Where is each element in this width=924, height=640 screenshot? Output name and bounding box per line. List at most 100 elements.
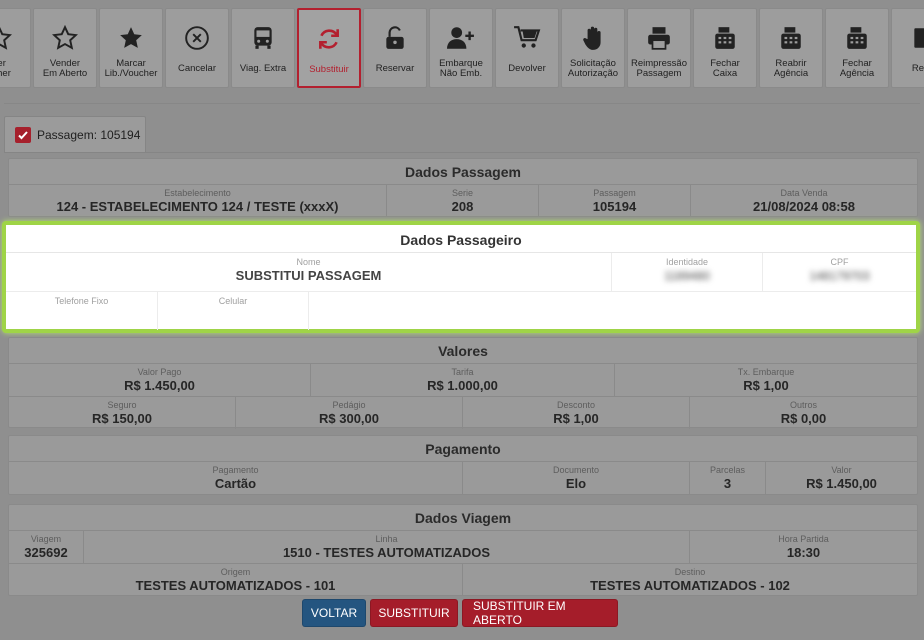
field-seguro: Seguro R$ 150,00: [9, 397, 236, 429]
field-label: Pedágio: [332, 400, 366, 410]
field-label: Destino: [674, 567, 706, 577]
action-toolbar: der ucher Vender Em Aberto Marcar Lib./V…: [0, 8, 924, 88]
hand-icon: [578, 23, 608, 53]
panel-dados-passagem: Dados Passagem Estabelecimento 124 - ESTA…: [8, 158, 918, 217]
field-serie: Serie 208: [387, 185, 539, 217]
field-value: 1189480: [664, 269, 710, 283]
field-valor-pago: Valor Pago R$ 1.450,00: [9, 364, 311, 396]
toolbar-divider: [4, 103, 920, 104]
field-value: 148179703: [809, 269, 870, 283]
field-value: TESTES AUTOMATIZADOS - 101: [135, 578, 336, 593]
field-label: Hora Partida: [778, 534, 829, 544]
field-hora-partida: Hora Partida 18:30: [690, 531, 917, 563]
field-pagamento: Pagamento Cartão: [9, 462, 463, 494]
toolbar-btn-vender-em-aberto[interactable]: Vender Em Aberto: [33, 8, 97, 88]
action-buttons: VOLTAR SUBSTITUIR SUBSTITUIR EM ABERTO: [302, 599, 618, 627]
field-label: Celular: [218, 296, 248, 306]
field-value: TESTES AUTOMATIZADOS - 102: [590, 578, 790, 593]
field-outros: Outros R$ 0,00: [690, 397, 917, 429]
field-viagem: Viagem 325692: [9, 531, 84, 563]
panel-row: Estabelecimento 124 - ESTABELECIMENTO 124…: [9, 185, 917, 217]
field-tarifa: Tarifa R$ 1.000,00: [311, 364, 615, 396]
toolbar-btn-reimpressao[interactable]: Reimpressão Passagem: [627, 8, 691, 88]
field-label: Tx. Embarque: [737, 367, 795, 377]
field-value: 208: [451, 199, 474, 214]
panel-row: Seguro R$ 150,00 Pedágio R$ 300,00 Descont…: [9, 397, 917, 429]
toolbar-btn-reservar[interactable]: Reservar: [363, 8, 427, 88]
toolbar-btn-embarque[interactable]: Embarque Não Emb.: [429, 8, 493, 88]
toolbar-label: Relat: [911, 62, 924, 74]
cancel-circle-icon: [182, 23, 212, 53]
toolbar-label: Substituir: [309, 63, 349, 75]
toolbar-btn-cancelar[interactable]: Cancelar: [165, 8, 229, 88]
field-value: 325692: [24, 545, 68, 560]
field-value: R$ 0,00: [780, 411, 827, 426]
field-label: Seguro: [107, 400, 137, 410]
field-label: Estabelecimento: [164, 188, 231, 198]
field-value: 18:30: [786, 545, 821, 560]
panel-title: Dados Passagem: [9, 159, 917, 185]
field-pedagio: Pedágio R$ 300,00: [236, 397, 463, 429]
empty-cell: [309, 292, 916, 330]
field-valor: Valor R$ 1.450,00: [766, 462, 917, 494]
toolbar-btn-fechar-agencia[interactable]: Fechar Agência: [825, 8, 889, 88]
field-identidade: Identidade 1189480: [612, 253, 763, 291]
bus-icon: [248, 23, 278, 53]
field-label: Data Venda: [780, 188, 828, 198]
toolbar-btn-voucher[interactable]: der ucher: [0, 8, 31, 88]
toolbar-btn-viag-extra[interactable]: Viag. Extra: [231, 8, 295, 88]
toolbar-label: Reabrir Agência: [773, 57, 809, 79]
field-origem: Origem TESTES AUTOMATIZADOS - 101: [9, 564, 463, 596]
toolbar-btn-devolver[interactable]: Devolver: [495, 8, 559, 88]
unlock-icon: [380, 23, 410, 53]
toolbar-label: Solicitação Autorização: [567, 57, 619, 79]
field-destino: Destino TESTES AUTOMATIZADOS - 102: [463, 564, 917, 596]
toolbar-btn-reabrir-agencia[interactable]: Reabrir Agência: [759, 8, 823, 88]
tab-divider: [4, 152, 920, 153]
field-value: 21/08/2024 08:58: [753, 199, 855, 214]
toolbar-btn-substituir[interactable]: Substituir: [297, 8, 361, 88]
toolbar-label: Marcar Lib./Voucher: [104, 57, 158, 79]
toolbar-label: Embarque Não Emb.: [439, 57, 483, 79]
field-cpf: CPF 148179703: [763, 253, 916, 291]
toolbar-btn-fechar-caixa[interactable]: Fechar Caixa: [693, 8, 757, 88]
field-value: 124 - ESTABELECIMENTO 124 / TESTE (xxxX): [56, 199, 339, 214]
panel-dados-viagem: Dados Viagem Viagem 325692 Linha 1510 - TE…: [8, 504, 918, 596]
field-telefone-fixo: Telefone Fixo: [6, 292, 158, 330]
substituir-button[interactable]: SUBSTITUIR: [370, 599, 458, 627]
field-value: SUBSTITUI PASSAGEM: [235, 268, 382, 283]
cart-icon: [512, 23, 542, 53]
field-tx-embarque: Tx. Embarque R$ 1,00: [615, 364, 917, 396]
field-label: Viagem: [30, 534, 62, 544]
field-estabelecimento: Estabelecimento 124 - ESTABELECIMENTO 124…: [9, 185, 387, 217]
panel-row: Origem TESTES AUTOMATIZADOS - 101 Destino…: [9, 564, 917, 596]
panel-row: Telefone Fixo Celular: [6, 292, 916, 330]
toolbar-label: der ucher: [0, 57, 11, 79]
tab-label: Passagem: 105194: [37, 127, 141, 142]
voltar-button[interactable]: VOLTAR: [302, 599, 366, 627]
toolbar-label: Vender Em Aberto: [42, 57, 88, 79]
field-label: CPF: [830, 257, 849, 267]
toolbar-btn-relatorio[interactable]: Relat: [891, 8, 924, 88]
panel-row: Viagem 325692 Linha 1510 - TESTES AUTOMATI…: [9, 531, 917, 564]
field-label: Passagem: [593, 188, 636, 198]
toolbar-btn-marcar-lib-voucher[interactable]: Marcar Lib./Voucher: [99, 8, 163, 88]
field-label: Parcelas: [709, 465, 745, 475]
panel-title: Valores: [9, 338, 917, 364]
field-label: Valor: [831, 465, 852, 475]
panel-row: Pagamento Cartão Documento Elo Parcelas 3 V…: [9, 462, 917, 494]
field-desconto: Desconto R$ 1,00: [463, 397, 690, 429]
field-label: Nome: [296, 257, 321, 267]
field-value: R$ 300,00: [319, 411, 379, 426]
panel-title: Dados Passageiro: [6, 225, 916, 253]
check-icon: [15, 126, 31, 143]
toolbar-label: Fechar Agência: [839, 57, 875, 79]
substituir-em-aberto-button[interactable]: SUBSTITUIR EM ABERTO: [462, 599, 618, 627]
printer-icon: [644, 23, 674, 53]
field-label: Telefone Fixo: [54, 296, 109, 306]
toolbar-btn-solicitacao[interactable]: Solicitação Autorização: [561, 8, 625, 88]
star-outline-icon: [0, 23, 14, 53]
cash-register-icon: [710, 23, 740, 53]
field-data-venda: Data Venda 21/08/2024 08:58: [691, 185, 917, 217]
tab-passagem[interactable]: Passagem: 105194: [4, 116, 146, 152]
